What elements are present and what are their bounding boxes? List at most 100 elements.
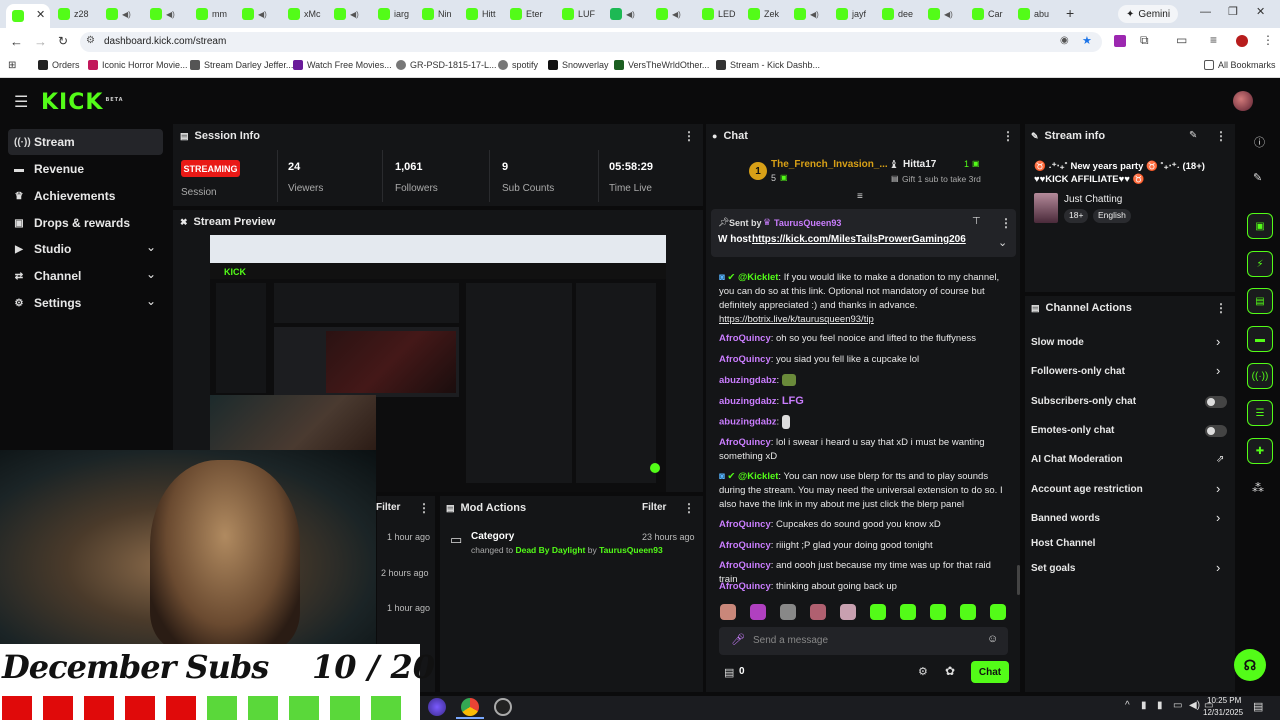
kebab-menu-icon[interactable]: ⋮	[1002, 129, 1014, 143]
apps-grid-icon[interactable]: ⊞	[8, 60, 16, 71]
chat-username[interactable]: AfroQuincy	[719, 333, 771, 344]
chevron-down-icon[interactable]: ⌄	[146, 294, 156, 308]
tray-icon[interactable]: ▮	[1141, 700, 1147, 711]
app-icon[interactable]	[428, 698, 446, 716]
tab-11[interactable]: dee	[882, 4, 922, 24]
kebab-menu-icon[interactable]: ⋮	[683, 501, 695, 515]
back-icon[interactable]: ←	[10, 34, 23, 49]
chevron-right-icon[interactable]: ›	[1216, 334, 1220, 349]
pinned-user[interactable]: TaurusQueen93	[774, 218, 841, 228]
tab-6[interactable]: Eter	[510, 4, 554, 24]
tool-button[interactable]: ⚡︎	[1247, 251, 1273, 277]
chevron-down-icon[interactable]: ⌄	[146, 267, 156, 281]
obs-icon[interactable]	[494, 698, 512, 716]
mod-entry-user[interactable]: TaurusQueen93	[599, 545, 663, 555]
all-bookmarks[interactable]: All Bookmarks	[1204, 60, 1276, 70]
tab-4[interactable]: Nin	[422, 4, 462, 24]
emoji-picker-icon[interactable]: ☺	[987, 633, 998, 645]
category-name[interactable]: Just Chatting	[1064, 194, 1122, 205]
extension-icon[interactable]	[1114, 35, 1126, 47]
clock-date[interactable]: 12/31/2025	[1203, 708, 1243, 717]
bookmark-star-icon[interactable]: ★	[1082, 34, 1092, 47]
action-account-age[interactable]: Account age restriction	[1031, 484, 1143, 495]
bookmark-orders[interactable]: Orders	[38, 60, 80, 70]
action-banned-words[interactable]: Banned words	[1031, 513, 1100, 524]
bookmark-vers[interactable]: VersTheWrldOther...	[614, 60, 709, 70]
tab-x[interactable]: ◀)	[334, 4, 374, 24]
quick-emote-icon[interactable]	[930, 604, 946, 620]
kebab-menu-icon[interactable]: ⋮	[418, 501, 430, 515]
chat-username[interactable]: AfroQuincy	[719, 354, 771, 365]
quick-emote-icon[interactable]	[840, 604, 856, 620]
tab-5[interactable]: Hitt	[466, 4, 506, 24]
chat-username[interactable]: abuzingdabz	[719, 396, 777, 407]
kick-logo[interactable]: KICK BETA	[41, 90, 124, 115]
bookmark-horror[interactable]: Iconic Horror Movie...	[88, 60, 188, 70]
chevron-right-icon[interactable]: ›	[1216, 481, 1220, 496]
chat-link[interactable]: https://botrix.live/k/taurusqueen93/tip	[719, 314, 874, 325]
microphone-tray-icon[interactable]: ▮	[1157, 700, 1163, 711]
notifications-icon[interactable]: ▤	[1253, 700, 1263, 713]
help-chat-button[interactable]: ☊	[1234, 649, 1266, 681]
tab-10[interactable]: jayf	[836, 4, 876, 24]
chevron-down-icon[interactable]: ⌄	[146, 240, 156, 254]
tab-x[interactable]: ◀)	[242, 4, 282, 24]
action-set-goals[interactable]: Set goals	[1031, 563, 1075, 574]
forward-icon[interactable]: →	[34, 34, 47, 49]
tab-0[interactable]: z28	[58, 4, 98, 24]
tab-x[interactable]: ◀)	[150, 4, 190, 24]
tab-7[interactable]: LUF	[562, 4, 602, 24]
tool-button[interactable]: ((·))	[1247, 363, 1273, 389]
tool-button[interactable]: ☰	[1247, 400, 1273, 426]
cast-icon[interactable]: ▭	[1176, 33, 1187, 47]
active-tab[interactable]: ✕	[6, 4, 50, 28]
chat-username[interactable]: AfroQuincy	[719, 519, 771, 530]
chrome-icon[interactable]	[461, 698, 479, 716]
tab-spotify[interactable]: ◀)	[610, 4, 650, 24]
filter-button[interactable]: Filter	[642, 502, 666, 513]
quick-emote-icon[interactable]	[900, 604, 916, 620]
quick-emote-icon[interactable]	[810, 604, 826, 620]
mod-entry-category[interactable]: Dead By Daylight	[515, 545, 585, 555]
emotes-only-toggle[interactable]	[1205, 425, 1227, 437]
reload-icon[interactable]: ↻	[58, 34, 68, 48]
tool-button[interactable]: ▤	[1247, 288, 1273, 314]
eye-off-icon[interactable]: ◉	[1060, 35, 1069, 46]
quick-emote-icon[interactable]	[720, 604, 736, 620]
bookmark-movies[interactable]: Watch Free Movies...	[293, 60, 392, 70]
info-circle-icon[interactable]: ⓘ	[1254, 134, 1265, 150]
tool-button[interactable]: ▣	[1247, 213, 1273, 239]
quick-emote-icon[interactable]	[960, 604, 976, 620]
chat-username[interactable]: AfroQuincy	[719, 437, 771, 448]
bookmark-kick[interactable]: Stream - Kick Dashb...	[716, 60, 820, 70]
tab-8[interactable]: LED	[702, 4, 742, 24]
tab-x[interactable]: ◀)	[106, 4, 142, 24]
tray-chevron-icon[interactable]: ^	[1125, 700, 1130, 711]
tab-13[interactable]: abu	[1018, 4, 1058, 24]
action-ai-moderation[interactable]: AI Chat Moderation	[1031, 454, 1123, 465]
apps-icon[interactable]: ⁂	[1252, 481, 1264, 495]
tab-12[interactable]: Car	[972, 4, 1012, 24]
action-followers-only[interactable]: Followers-only chat	[1031, 366, 1125, 377]
unpin-icon[interactable]: ⊤	[972, 216, 981, 227]
sidebar-item-stream[interactable]: ((·)) Stream	[14, 135, 75, 149]
gemini-button[interactable]: ✦ Gemini	[1118, 5, 1179, 23]
network-icon[interactable]: ▭	[1173, 700, 1182, 711]
chat-username[interactable]: AfroQuincy	[719, 581, 771, 592]
pencil-icon[interactable]: ✎	[1253, 171, 1262, 184]
chat-username[interactable]: @Kicklet	[738, 471, 778, 482]
sidebar-item-settings[interactable]: ⚙ Settings	[14, 296, 82, 310]
kebab-menu-icon[interactable]: ⋮	[1215, 129, 1227, 143]
hamburger-menu-icon[interactable]: ☰	[14, 92, 28, 112]
collapse-leaderboard-icon[interactable]: ≡	[857, 191, 863, 202]
close-window-icon[interactable]: ✕	[1256, 5, 1265, 18]
chat-send-button[interactable]: Chat	[971, 661, 1009, 683]
bookmark-darley[interactable]: Stream Darley Jeffer...	[190, 60, 293, 70]
chat-input[interactable]: 🎤︎ Send a message ☺	[719, 627, 1008, 655]
tab-9[interactable]: Zek	[748, 4, 788, 24]
quick-emote-icon[interactable]	[750, 604, 766, 620]
action-slow-mode[interactable]: Slow mode	[1031, 337, 1084, 348]
sidebar-item-drops[interactable]: ▣ Drops & rewards	[14, 216, 130, 230]
bookmark-grpsd[interactable]: GR-PSD-1815-17-L...	[396, 60, 497, 70]
clock-time[interactable]: 10:25 PM	[1207, 696, 1241, 705]
